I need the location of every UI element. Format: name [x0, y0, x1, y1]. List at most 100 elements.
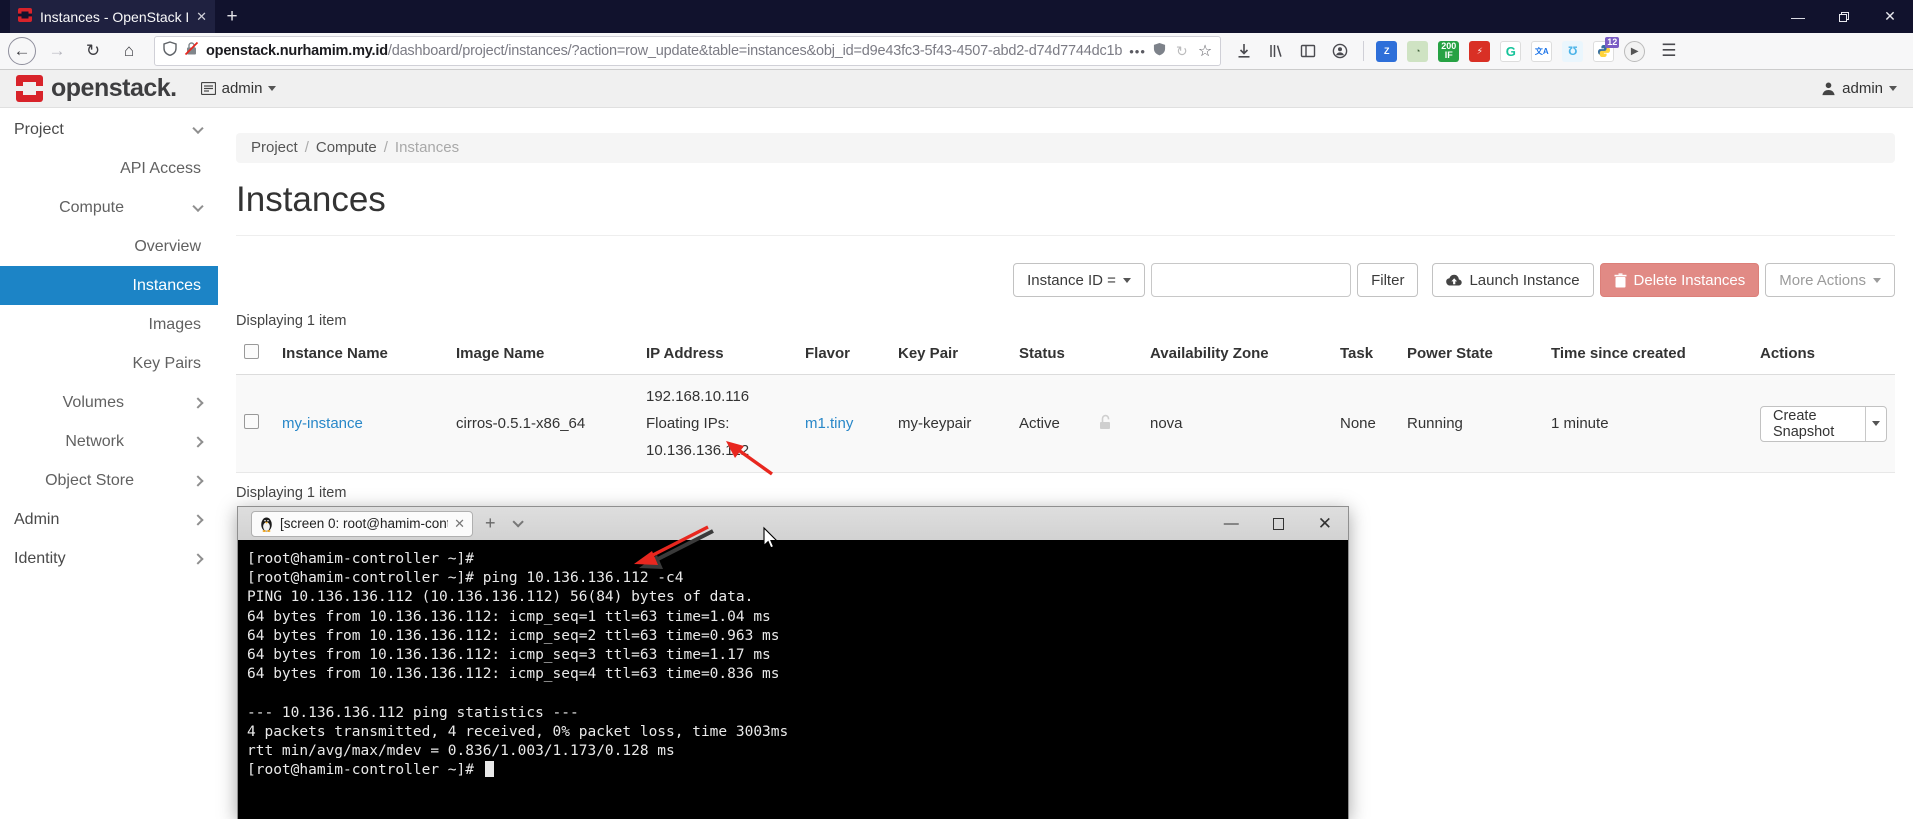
sidebar-item-project[interactable]: Project	[0, 110, 218, 149]
downloads-icon[interactable]	[1231, 37, 1257, 65]
sidebar-item-object-store[interactable]: Object Store	[0, 461, 218, 500]
back-button[interactable]: ←	[8, 37, 36, 65]
extension-counter-icon[interactable]: 200 IF	[1438, 40, 1460, 62]
sidebar-item-identity[interactable]: Identity	[0, 539, 218, 578]
sidebar-item-label: API Access	[120, 160, 201, 177]
terminal-tab-close-icon[interactable]: ✕	[454, 516, 465, 532]
lock-cell	[1090, 374, 1142, 473]
extension-red-wand-icon[interactable]: ⚡	[1469, 40, 1491, 62]
flavor-link[interactable]: m1.tiny	[805, 415, 853, 432]
sidebar: Project API Access Compute Overview Inst…	[0, 108, 218, 819]
chevron-down-icon	[1889, 86, 1897, 91]
sidebar-item-instances[interactable]: Instances	[0, 266, 218, 305]
insecure-connection-icon[interactable]	[184, 41, 199, 61]
table-actions-row: Instance ID = Filter Launch Instance Del…	[236, 263, 1895, 297]
terminal-line: 64 bytes from 10.136.136.112: icmp_seq=3…	[247, 647, 771, 664]
instances-table: Instance Name Image Name IP Address Flav…	[236, 333, 1895, 473]
url-bar[interactable]: openstack.nurhamim.my.id/dashboard/proje…	[154, 36, 1222, 66]
forward-button[interactable]: →	[42, 36, 72, 66]
openstack-logo-icon	[16, 75, 43, 102]
chevron-down-icon	[1872, 421, 1881, 426]
breadcrumb-project[interactable]: Project	[251, 139, 298, 156]
extension-python-icon[interactable]: 12	[1593, 36, 1620, 62]
sidebar-toggle-icon[interactable]	[1295, 37, 1321, 65]
instance-name-link[interactable]: my-instance	[282, 415, 363, 432]
project-switcher[interactable]: admin	[200, 80, 277, 97]
browser-tab[interactable]: Instances - OpenStack Dashbo ✕	[10, 0, 215, 33]
sidebar-item-overview[interactable]: Overview	[0, 227, 218, 266]
bookmark-star-icon[interactable]: ☆	[1198, 41, 1212, 61]
sidebar-item-compute[interactable]: Compute	[0, 188, 218, 227]
row-actions-dropdown[interactable]	[1865, 406, 1886, 441]
floating-ip: 10.136.136.112	[646, 442, 750, 459]
filter-field-select[interactable]: Instance ID =	[1013, 263, 1146, 297]
chevron-right-icon	[192, 396, 204, 409]
menu-hamburger-icon[interactable]: ☰	[1653, 41, 1684, 61]
create-snapshot-button[interactable]: Create Snapshot	[1761, 407, 1865, 441]
sidebar-item-key-pairs[interactable]: Key Pairs	[0, 344, 218, 383]
floating-ip-label: Floating IPs:	[646, 415, 730, 432]
home-button[interactable]: ⌂	[114, 36, 144, 66]
col-ip-address: IP Address	[638, 333, 797, 375]
row-actions-split-button: Create Snapshot	[1760, 405, 1887, 442]
sidebar-item-volumes[interactable]: Volumes	[0, 383, 218, 422]
sidebar-item-label: Instances	[132, 277, 201, 294]
extension-grammarly-icon[interactable]: G	[1500, 40, 1522, 62]
filter-button[interactable]: Filter	[1357, 263, 1419, 297]
terminal-maximize-button[interactable]	[1272, 517, 1284, 530]
filter-input[interactable]	[1151, 263, 1352, 297]
tracking-protection-shield-icon[interactable]	[163, 41, 177, 61]
col-flavor: Flavor	[797, 333, 890, 375]
breadcrumb-compute[interactable]: Compute	[316, 139, 377, 156]
terminal-minimize-button[interactable]: —	[1224, 515, 1239, 532]
terminal-tab-list-chevron-icon[interactable]	[511, 515, 524, 528]
new-tab-button[interactable]: +	[215, 0, 249, 33]
page-action-shield-icon[interactable]	[1153, 42, 1166, 61]
user-menu-label: admin	[1842, 80, 1883, 97]
terminal-titlebar[interactable]: [screen 0: root@hamim-controll ✕ + — ✕	[238, 507, 1348, 540]
window-close-button[interactable]: ✕	[1867, 0, 1913, 33]
extension-play-icon[interactable]: ▶	[1624, 40, 1646, 62]
terminal-line: [root@hamim-controller ~]#	[247, 551, 474, 567]
sidebar-item-api-access[interactable]: API Access	[0, 149, 218, 188]
delete-instances-button[interactable]: Delete Instances	[1599, 263, 1760, 297]
extension-translate-icon[interactable]: 文A	[1531, 40, 1553, 62]
openstack-brand[interactable]: openstack.	[16, 74, 177, 103]
sidebar-item-images[interactable]: Images	[0, 305, 218, 344]
sidebar-item-label: Project	[14, 121, 64, 138]
ip-fixed: 192.168.10.116	[646, 388, 750, 405]
terminal-tab[interactable]: [screen 0: root@hamim-controll ✕	[251, 510, 473, 537]
breadcrumb-separator: /	[383, 139, 388, 156]
launch-instance-button[interactable]: Launch Instance	[1432, 263, 1594, 297]
library-icon[interactable]	[1263, 37, 1289, 65]
extension-blue-icon[interactable]: Z	[1376, 40, 1398, 62]
select-all-checkbox[interactable]	[244, 344, 259, 359]
sidebar-item-network[interactable]: Network	[0, 422, 218, 461]
status-cell: Active	[1011, 374, 1090, 473]
terminal-tab-title: [screen 0: root@hamim-controll	[280, 516, 448, 531]
extension-sage-icon[interactable]: ◔	[1407, 40, 1429, 62]
extension-owl-icon[interactable]: Ʊ	[1562, 40, 1584, 62]
user-menu[interactable]: admin	[1821, 80, 1897, 97]
window-minimize-button[interactable]: —	[1775, 0, 1821, 33]
toolbar-separator	[1363, 41, 1365, 61]
row-checkbox[interactable]	[244, 414, 259, 429]
terminal-close-button[interactable]: ✕	[1318, 514, 1332, 534]
col-task: Task	[1332, 333, 1399, 375]
terminal-body[interactable]: [root@hamim-controller ~]# [root@hamim-c…	[238, 540, 1348, 819]
page-actions-icon[interactable]: •••	[1129, 44, 1146, 59]
window-restore-button[interactable]	[1821, 0, 1867, 33]
sidebar-item-label: Volumes	[62, 394, 124, 411]
terminal-line: 64 bytes from 10.136.136.112: icmp_seq=2…	[247, 627, 780, 644]
reload-button[interactable]: ↻	[78, 36, 108, 66]
chevron-down-icon	[268, 86, 277, 91]
tab-close-icon[interactable]: ✕	[196, 9, 207, 25]
terminal-new-tab-button[interactable]: +	[485, 513, 496, 534]
more-actions-button[interactable]: More Actions	[1765, 263, 1895, 297]
col-actions: Actions	[1752, 333, 1895, 375]
account-icon[interactable]	[1327, 37, 1353, 65]
chevron-right-icon	[192, 435, 204, 448]
page-action-refresh-icon[interactable]: ↻	[1173, 36, 1191, 66]
sidebar-item-admin[interactable]: Admin	[0, 500, 218, 539]
browser-tab-bar: Instances - OpenStack Dashbo ✕ + — ✕	[0, 0, 1913, 33]
